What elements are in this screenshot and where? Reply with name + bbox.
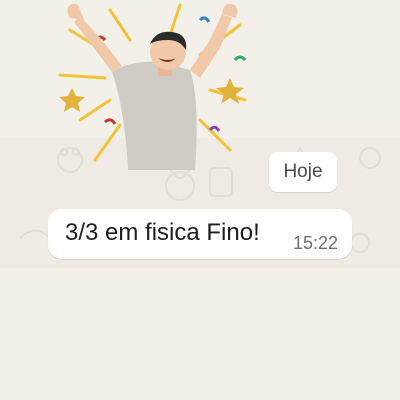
message-bubble[interactable]: 3/3 em fisica Fino! 15:22 — [48, 209, 352, 259]
celebrating-person-sticker-icon — [58, 3, 247, 170]
date-chip-label: Hoje — [283, 161, 323, 182]
date-chip: Hoje — [269, 152, 337, 192]
message-timestamp: 15:22 — [293, 233, 339, 253]
celebration-sticker[interactable] — [50, 0, 250, 170]
message-text: 3/3 em fisica Fino! — [65, 219, 260, 246]
